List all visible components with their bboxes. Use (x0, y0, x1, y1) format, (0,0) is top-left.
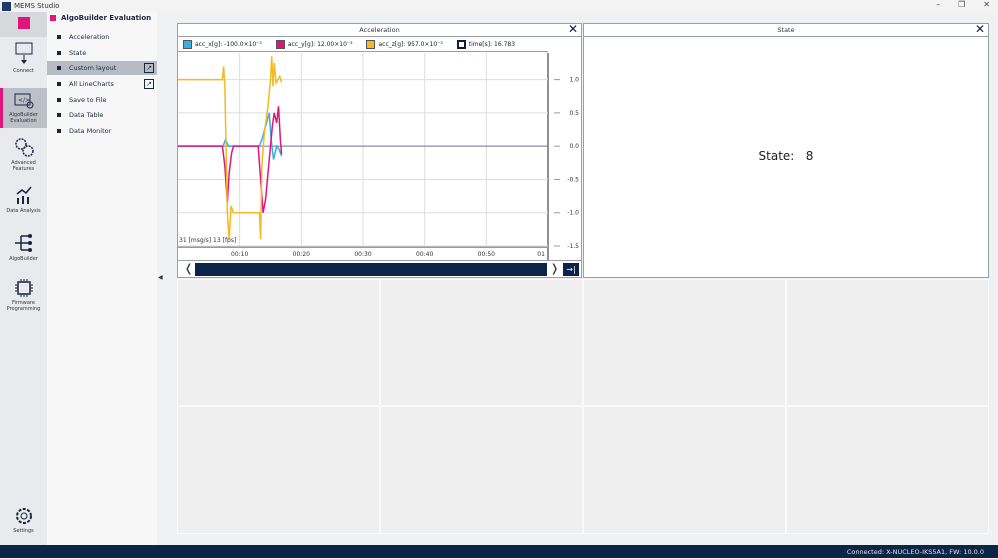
nav-item-save-to-file[interactable]: Save to File (47, 93, 157, 107)
rail-label: Data Analysis (6, 208, 41, 214)
rail-connect[interactable]: Connect (0, 42, 47, 82)
chip-icon (14, 279, 33, 297)
nav-item-data-table[interactable]: Data Table (47, 108, 157, 122)
status-bar: Connected: X-NUCLEO-IKS5A1, FW: 10.0.0 (0, 545, 998, 558)
state-panel: State ✕ State: 8 (583, 23, 989, 278)
rail-advanced-features[interactable]: Advanced Features (0, 136, 47, 176)
empty-layout-cell[interactable] (380, 279, 583, 406)
y-tick-label: 0.0 (569, 143, 579, 150)
rail-label: AlgoBuilder (9, 256, 38, 262)
bullet-icon (57, 82, 61, 86)
empty-layout-cell[interactable] (786, 406, 989, 534)
state-value: State: 8 (758, 149, 814, 163)
acceleration-chart: 00:10 00:20 00:30 00:40 00:50 01 1.0 0.5 0.0 -0.5… (178, 53, 581, 260)
y-axis-area (548, 53, 581, 260)
nav-label: State (69, 49, 87, 57)
bullet-icon (57, 129, 61, 133)
minimize-button[interactable]: – (936, 0, 940, 9)
x-tick-label: 00:20 (293, 251, 310, 258)
fps-readout: 31 [msg/s] 13 [fps] (179, 237, 237, 244)
chart-icon (16, 186, 32, 204)
nav-item-custom-layout[interactable]: Custom layout ↗ (47, 61, 157, 75)
empty-layout-cell[interactable] (583, 279, 786, 406)
rail-firmware-programming[interactable]: Firmware Programming (0, 278, 47, 318)
rail-label: Settings (13, 528, 34, 534)
nav-label: Acceleration (69, 33, 110, 41)
title-bar: MEMS Studio – ❐ ✕ (0, 0, 998, 12)
x-tick-label: 00:50 (478, 251, 495, 258)
acceleration-title: Acceleration (359, 26, 400, 34)
flow-icon (14, 234, 32, 252)
collapse-nav-arrow-icon[interactable]: ◀ (158, 274, 163, 281)
x-tick-label: 00:30 (354, 251, 371, 258)
nav-label: Data Table (69, 111, 104, 119)
acceleration-panel: Acceleration ✕ acc_x[g]: -100.0×10⁻³ acc_… (177, 23, 582, 278)
empty-layout-cell[interactable] (583, 406, 786, 534)
x-tick-label: 00:40 (416, 251, 433, 258)
empty-layout-cell[interactable] (786, 279, 989, 406)
section-marker-icon (50, 15, 56, 21)
nav-header: AlgoBuilder Evaluation (50, 14, 151, 22)
rail-algobuilder-evaluation[interactable]: </> AlgoBuilder Evaluation (0, 88, 47, 128)
rail-settings[interactable]: Settings (0, 506, 47, 540)
rail-home[interactable] (0, 12, 47, 37)
bullet-icon (57, 113, 61, 117)
connect-icon (15, 42, 32, 64)
panel-title: State ✕ (584, 23, 988, 37)
x-tick-label: 01 (537, 251, 545, 258)
open-external-icon[interactable]: ↗ (144, 63, 154, 73)
nav-title: AlgoBuilder Evaluation (61, 14, 152, 22)
time-scrollbar[interactable]: ❬ ❭ →| (178, 260, 581, 277)
rail-label: AlgoBuilder Evaluation (9, 112, 38, 124)
nav-label: Data Monitor (69, 127, 112, 135)
rail-algobuilder[interactable]: AlgoBuilder (0, 232, 47, 266)
icon-rail: Connect </> AlgoBuilder Evaluation Advanc… (0, 12, 47, 545)
empty-layout-cell[interactable] (177, 279, 380, 406)
bullet-icon (57, 98, 61, 102)
scroll-thumb[interactable] (195, 263, 547, 276)
rail-label: Connect (13, 68, 34, 74)
nav-item-acceleration[interactable]: Acceleration (47, 30, 157, 44)
nav-item-all-linecharts[interactable]: All LineCharts ↗ (47, 77, 157, 91)
empty-layout-cell[interactable] (380, 406, 583, 534)
close-window-button[interactable]: ✕ (983, 0, 990, 9)
scroll-to-end-icon[interactable]: →| (563, 263, 579, 276)
gears-icon (14, 138, 34, 157)
y-tick-label: 1.0 (569, 77, 579, 84)
rail-data-analysis[interactable]: Data Analysis (0, 184, 47, 224)
nav-item-state[interactable]: State (47, 46, 157, 60)
y-tick-label: -1.5 (567, 243, 579, 250)
rail-label: Firmware Programming (6, 300, 41, 312)
code-search-icon: </> (14, 93, 33, 109)
app-icon (2, 1, 11, 11)
home-logo-icon (17, 17, 30, 29)
y-tick-label: -1.0 (567, 210, 579, 217)
rail-label: Advanced Features (11, 160, 36, 172)
series-line-acc_z (178, 56, 283, 240)
nav-label: Save to File (69, 96, 107, 104)
scroll-left-icon[interactable]: ❬ (184, 262, 193, 275)
close-icon[interactable]: ✕ (975, 23, 985, 36)
nav-label: Custom layout (69, 64, 117, 72)
scroll-right-icon[interactable]: ❭ (550, 262, 559, 275)
settings-gear-icon (15, 508, 32, 524)
open-external-icon[interactable]: ↗ (144, 79, 154, 89)
bullet-icon (57, 51, 61, 55)
x-tick-label: 00:10 (231, 251, 248, 258)
close-icon[interactable]: ✕ (568, 23, 578, 36)
section-nav: AlgoBuilder Evaluation Acceleration Stat… (47, 12, 157, 545)
state-title: State (777, 26, 795, 34)
maximize-button[interactable]: ❐ (958, 0, 965, 9)
bullet-icon (57, 66, 61, 70)
panel-title: Acceleration ✕ (178, 23, 581, 37)
y-tick-label: -0.5 (567, 176, 579, 183)
empty-layout-cell[interactable] (177, 406, 380, 534)
bullet-icon (57, 35, 61, 39)
window-title: MEMS Studio (14, 2, 60, 10)
nav-item-data-monitor[interactable]: Data Monitor (47, 124, 157, 138)
nav-label: All LineCharts (69, 80, 114, 88)
y-tick-label: 0.5 (569, 110, 579, 117)
